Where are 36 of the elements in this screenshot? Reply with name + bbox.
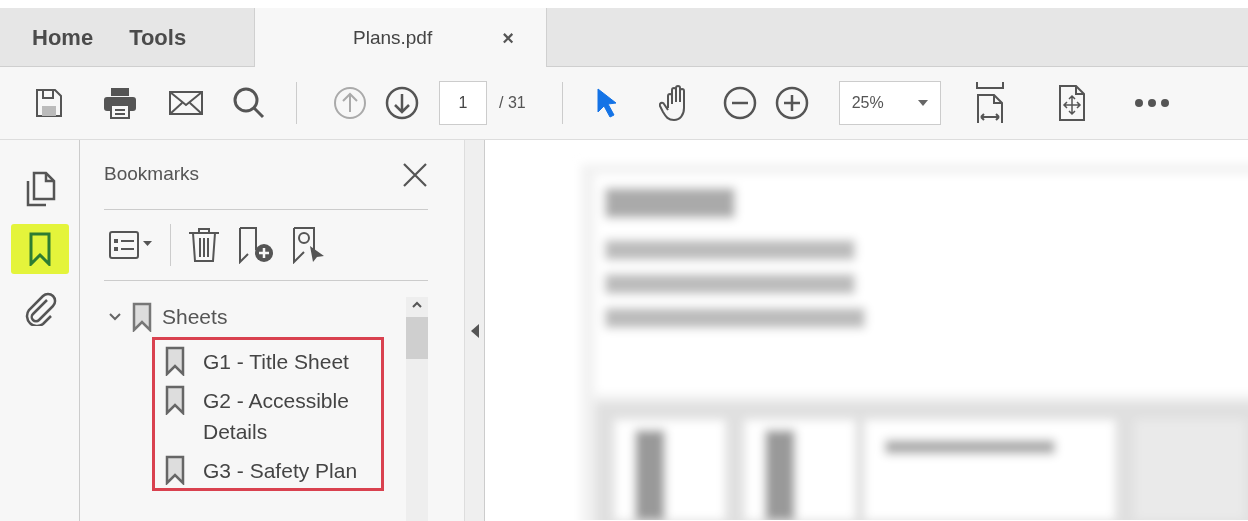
caret-icon xyxy=(917,100,928,106)
document-tab[interactable]: Plans.pdf × xyxy=(255,8,547,68)
nav-tab[interactable]: Tools xyxy=(129,20,187,54)
close-tab-button[interactable]: × xyxy=(502,23,514,53)
fit-width-icon[interactable] xyxy=(974,81,1005,125)
bookmarks-tab[interactable] xyxy=(10,224,69,274)
bookmark-icon xyxy=(132,302,152,332)
bookmark-item[interactable]: G2 - Accessible Details xyxy=(203,385,381,447)
bookmark-item[interactable]: G3 - Safety Plan xyxy=(203,455,381,486)
bookmark-item[interactable]: Sheets xyxy=(162,301,228,333)
new-bookmark-icon[interactable] xyxy=(237,226,275,264)
page-total: / 31 xyxy=(499,93,526,113)
zoom-out-icon[interactable] xyxy=(722,86,757,120)
fit-page-icon[interactable] xyxy=(1056,84,1087,122)
nav-tab[interactable]: Home xyxy=(32,20,94,54)
bookmark-icon xyxy=(165,455,185,485)
bookmark-icon xyxy=(165,346,185,376)
bookmark-item[interactable]: G1 - Title Sheet xyxy=(203,346,381,377)
print-icon[interactable] xyxy=(102,86,138,120)
page-number-field[interactable]: 1 xyxy=(439,81,487,125)
pointer-icon[interactable] xyxy=(594,87,619,119)
search-icon[interactable] xyxy=(232,86,266,120)
scroll-thumb[interactable] xyxy=(406,317,428,359)
panel-title: Bookmarks xyxy=(104,162,200,187)
close-icon[interactable] xyxy=(402,161,428,188)
more-icon[interactable] xyxy=(1134,99,1169,107)
options-icon[interactable] xyxy=(108,228,154,262)
bookmark-icon xyxy=(27,232,52,266)
mail-icon[interactable] xyxy=(168,89,204,117)
bookmark-icon xyxy=(165,385,185,415)
collapse-icon[interactable] xyxy=(470,323,479,338)
trash-icon[interactable] xyxy=(187,226,221,264)
zoom-in-icon[interactable] xyxy=(774,86,809,120)
save-icon[interactable] xyxy=(34,87,64,119)
scrollbar[interactable] xyxy=(406,297,428,521)
zoom-dropdown[interactable]: 25% xyxy=(838,81,941,125)
